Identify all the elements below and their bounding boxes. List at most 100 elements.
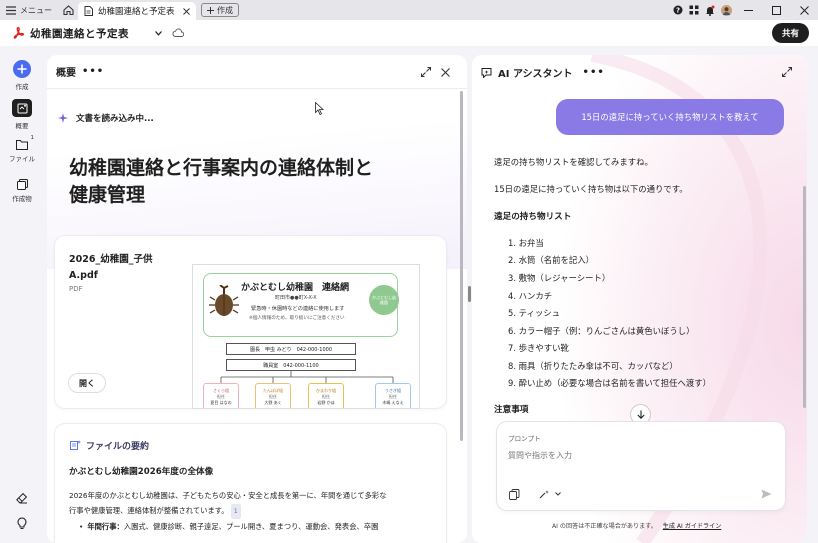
citation-badge[interactable]: 1 — [230, 504, 241, 519]
ai-expand-icon[interactable] — [782, 67, 792, 77]
thumb-principal-box: 園長 甲虫 みどり 042-000-1000 — [226, 343, 356, 355]
maximize-icon — [771, 5, 781, 15]
tab-document[interactable]: 幼稚園連絡と予定表 — [78, 2, 196, 20]
ai-assistant-icon — [481, 67, 492, 78]
summary-line1: 2026年度のかぶとむし幼稚園は、子どもたちの安心・安全と成長を第一に、年間を通… — [69, 491, 387, 500]
minimize-button[interactable] — [734, 0, 762, 20]
rail-overview-button[interactable]: 概要 — [0, 99, 44, 130]
more-options-icon[interactable]: ••• — [82, 66, 104, 77]
ai-sparkle-icon — [58, 113, 68, 123]
window-controls: ? — [670, 0, 818, 20]
apps-button[interactable] — [686, 0, 702, 20]
assistant-reply-2: 15日の遠足に持っていく持ち物は以下の通りです。 — [494, 184, 688, 194]
summary-title: ファイルの要約 — [86, 442, 150, 452]
close-window-button[interactable] — [790, 0, 818, 20]
magic-wand-icon[interactable] — [539, 490, 550, 499]
list-item: 7. 歩きやすい靴 — [508, 343, 569, 353]
list-item: 3. 敷物（レジャーシート） — [508, 273, 611, 283]
svg-text:?: ? — [676, 7, 680, 15]
page-title-line2: 健康管理 — [69, 184, 146, 206]
open-button[interactable]: 開く — [69, 374, 105, 392]
list-item: 1. お弁当 — [508, 238, 544, 248]
thumb-class-card: ひまわり組 担任 岩野 かほ — [308, 383, 344, 408]
panel-splitter[interactable] — [468, 286, 471, 302]
rail-overview-label: 概要 — [15, 122, 29, 130]
overview-panel-header: 概要 ••• — [47, 55, 467, 89]
create-plus-icon — [13, 60, 31, 78]
menu-button[interactable]: メニュー — [0, 0, 58, 20]
new-tab-button[interactable]: 作成 — [201, 3, 239, 17]
list-item: 4. ハンカチ — [508, 291, 553, 301]
help-button[interactable]: ? — [670, 0, 686, 20]
avatar[interactable] — [718, 0, 734, 20]
guideline-link[interactable]: 生成 AI ガイドライン — [663, 523, 722, 530]
ai-more-options-icon[interactable]: ••• — [583, 67, 605, 78]
file-name-line2: A.pdf — [69, 270, 98, 281]
thumb-note1: 緊急時・休園時などの連絡に使用します — [251, 306, 345, 312]
list-item: 5. ティッシュ — [508, 308, 561, 318]
avatar-icon — [720, 4, 732, 16]
plus-icon — [207, 6, 214, 14]
share-button[interactable]: 共有 — [771, 23, 809, 43]
list-title: 遠足の持ち物リスト — [494, 212, 572, 222]
send-icon[interactable] — [761, 489, 772, 499]
summary-bullet: • 年間行事：入園式、健康診断、親子遠足、プール開き、夏まつり、運動会、発表会、卒… — [79, 522, 378, 532]
thumb-class-teacher: 木嶋 えなえ — [382, 400, 404, 405]
rail-overview-active-bg — [12, 99, 32, 117]
thumb-class-card: たんぽぽ組 担任 大野 あく — [255, 383, 291, 408]
notifications-button[interactable] — [702, 0, 718, 20]
options-chevron-down-icon[interactable] — [555, 492, 561, 496]
assistant-reply-1: 遠足の持ち物リストを確認してみますね。 — [494, 157, 653, 167]
bullet-label: 年間行事： — [87, 522, 124, 531]
list-item: 8. 雨具（折りたたみ傘は不可、カッパなど） — [508, 361, 678, 371]
files-badge: 1 — [30, 135, 35, 141]
pdf-thumbnail[interactable]: かぶとむし幼稚園 連絡網 町田市●●町X-X-X 緊急時・休園時などの連絡に使用… — [193, 265, 419, 408]
rail-files-button[interactable]: 1 ファイル — [0, 135, 44, 163]
title-bar: メニュー 幼稚園連絡と予定表 作成 ? — [0, 0, 818, 20]
rail-creations-button[interactable]: 作成物 — [0, 179, 44, 203]
prompt-box[interactable]: プロンプト 質問や指示を入力 — [497, 422, 785, 510]
ai-panel-header: AI アシスタント ••• — [472, 55, 807, 89]
file-name: 2026_幼稚園_子供 A.pdf — [69, 252, 152, 284]
beetle-illustration-icon — [209, 285, 239, 316]
overview-icon — [17, 103, 27, 113]
creations-icon — [16, 179, 28, 190]
overview-scrollbar[interactable] — [460, 91, 463, 441]
overview-panel: 概要 ••• 文書を読み込み中... 幼稚園連絡と行事案内の連絡体制と 健康管理… — [47, 55, 467, 543]
eraser-tool-icon[interactable] — [16, 492, 28, 504]
folder-icon — [16, 140, 28, 150]
summary-line2-wrap: 行事や健康管理、連絡体制が整備されています。 1 — [69, 503, 439, 519]
list-item: 9. 酔い止め（必要な場合は名前を書いて担任へ渡す） — [508, 378, 712, 388]
ai-scrollbar[interactable] — [803, 186, 806, 408]
thumb-note2: ※個人情報のため、取り扱いにご注意ください — [249, 316, 345, 321]
thumb-school-name: かぶとむし幼稚園 連絡網 — [241, 283, 350, 293]
close-tab-icon[interactable] — [183, 7, 190, 15]
cloud-icon[interactable] — [172, 28, 184, 37]
summary-subtitle: かぶとむし幼稚園2026年度の全体像 — [69, 467, 214, 477]
close-panel-icon[interactable] — [441, 68, 450, 77]
list-item: 2. 水筒（名前を記入） — [508, 255, 595, 265]
page-title: 幼稚園連絡と行事案内の連絡体制と 健康管理 — [69, 155, 373, 209]
thumb-class-teacher: 夏目 はなの — [210, 400, 232, 405]
lightbulb-icon[interactable] — [16, 516, 28, 529]
document-tab-icon — [84, 6, 93, 16]
maximize-button[interactable] — [762, 0, 790, 20]
reading-status: 文書を読み込み中... — [76, 114, 154, 124]
thumb-badge: かぶとむし幼稚園 — [369, 285, 399, 315]
ai-panel-title: AI アシスタント — [498, 68, 573, 80]
rail-files-label: ファイル — [9, 155, 35, 163]
expand-icon[interactable] — [421, 67, 431, 77]
document-card[interactable]: 2026_幼稚園_子供 A.pdf PDF 開く かぶとむし幼稚園 連絡網 町田… — [55, 236, 446, 408]
home-button[interactable] — [58, 0, 78, 20]
document-title[interactable]: 幼稚園連絡と予定表 — [30, 26, 129, 41]
bell-icon — [706, 5, 715, 16]
mouse-cursor-icon — [315, 102, 324, 115]
chevron-down-icon[interactable] — [155, 31, 162, 36]
thumb-tree-lines — [220, 371, 394, 383]
notes-title: 注意事項 — [494, 405, 529, 415]
rail-creations-label: 作成物 — [12, 195, 32, 203]
attach-file-icon[interactable] — [509, 489, 520, 500]
rail-create-button[interactable]: 作成 — [0, 60, 44, 91]
rail-create-label: 作成 — [15, 83, 29, 91]
prompt-input[interactable]: 質問や指示を入力 — [508, 450, 572, 461]
